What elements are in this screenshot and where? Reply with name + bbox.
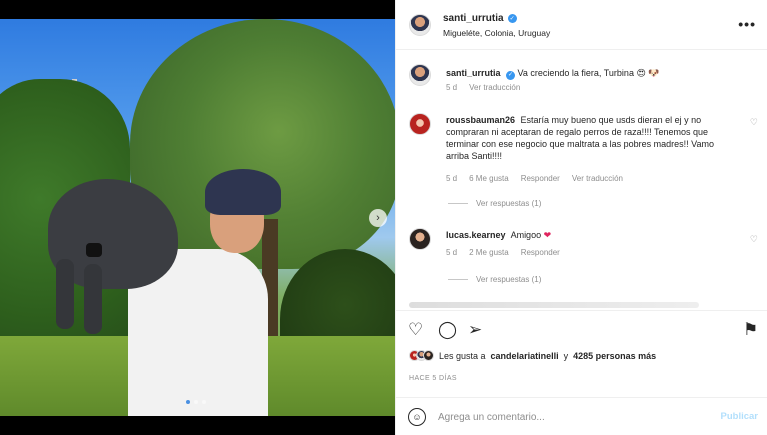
view-replies[interactable]: Ver respuestas (1)	[448, 199, 541, 208]
comment-like-heart-icon[interactable]: ♡	[750, 234, 758, 245]
post-panel: santi_urrutia ✓ Migueléte, Colonia, Urug…	[395, 0, 767, 435]
carousel-dot	[186, 400, 190, 404]
author-username[interactable]: santi_urrutia	[443, 13, 504, 24]
post-header: santi_urrutia ✓ Migueléte, Colonia, Urug…	[396, 0, 767, 50]
photo-bucket-hat	[205, 169, 281, 215]
carousel-next-icon[interactable]: ›	[369, 209, 387, 227]
emoji-icon[interactable]: ☺	[408, 408, 426, 426]
more-options-icon[interactable]: •••	[738, 16, 756, 32]
liker-username[interactable]: candelariatinelli	[491, 351, 559, 361]
caption-body: Va creciendo la fiera, Turbina 😍 🐶	[517, 68, 660, 78]
comment-like-heart-icon[interactable]: ♡	[750, 117, 758, 128]
liker-avatar	[423, 350, 434, 361]
photo-dog-leg	[56, 259, 74, 329]
comment-icon[interactable]: ◯	[438, 321, 457, 338]
comment-text: roussbauman26 Estaría muy bueno que usds…	[446, 114, 738, 162]
likers-avatars	[409, 350, 434, 361]
replies-divider	[448, 203, 468, 204]
reply-link[interactable]: Responder	[521, 248, 560, 257]
comment-time: 5 d	[446, 174, 458, 183]
comment-time: 5 d	[446, 248, 458, 257]
view-replies-label: Ver respuestas (1)	[476, 275, 542, 284]
comment-likes[interactable]: 6 Me gusta	[469, 174, 509, 183]
comment-text: lucas.kearney Amigoo ❤	[446, 229, 736, 241]
see-translation-link[interactable]: Ver traducción	[469, 83, 520, 92]
caption-text: santi_urrutia ✓ Va creciendo la fiera, T…	[446, 67, 736, 80]
likes-others[interactable]: 4285 personas más	[573, 351, 656, 361]
carousel-dot	[202, 400, 206, 404]
carousel-dot	[194, 400, 198, 404]
caption-meta: 5 d Ver traducción	[446, 83, 520, 92]
post-location[interactable]: Migueléte, Colonia, Uruguay	[443, 28, 550, 38]
commenter-avatar[interactable]	[409, 113, 431, 135]
commenter-avatar[interactable]	[409, 228, 431, 250]
comment-likes[interactable]: 2 Me gusta	[469, 248, 509, 257]
view-replies[interactable]: Ver respuestas (1)	[448, 275, 541, 284]
post-photo[interactable]	[0, 19, 395, 416]
likes-summary: Les gusta a candelariatinelli y 4285 per…	[409, 350, 656, 361]
photo-watch	[86, 243, 102, 257]
likes-prefix: Les gusta a	[439, 350, 486, 361]
replies-divider	[448, 279, 468, 280]
view-replies-label: Ver respuestas (1)	[476, 199, 542, 208]
post-media: ›	[0, 0, 395, 435]
comment-meta: 5 d 2 Me gusta Responder	[446, 248, 560, 257]
share-icon[interactable]: ➢	[468, 321, 482, 338]
see-translation-link[interactable]: Ver traducción	[572, 174, 623, 183]
author-avatar[interactable]	[409, 14, 431, 36]
verified-badge-icon: ✓	[507, 14, 517, 23]
carousel-dots	[186, 400, 206, 404]
reply-link[interactable]: Responder	[521, 174, 560, 183]
save-bookmark-icon[interactable]: ⚑	[743, 321, 758, 338]
publish-button[interactable]: Publicar	[721, 411, 759, 422]
comment-composer: ☺ Publicar	[396, 397, 767, 435]
verified-badge-icon: ✓	[506, 70, 516, 80]
post-date: HACE 5 DÍAS	[409, 375, 457, 382]
caption-time: 5 d	[446, 83, 458, 92]
comment-input[interactable]	[438, 409, 698, 425]
red-heart-icon: ❤	[543, 230, 552, 240]
author-name-row: santi_urrutia ✓	[443, 13, 517, 24]
like-heart-icon[interactable]: ♡	[408, 321, 423, 338]
caption-username[interactable]: santi_urrutia	[446, 68, 501, 78]
commenter-username[interactable]: roussbauman26	[446, 115, 515, 125]
author-avatar[interactable]	[409, 64, 431, 86]
action-bar: ♡ ◯ ➢ ⚑	[396, 310, 767, 350]
commenter-username[interactable]: lucas.kearney	[446, 230, 506, 240]
comment-body: Amigoo	[510, 230, 542, 240]
photo-dog-leg	[84, 264, 102, 334]
likes-joiner: y	[563, 350, 569, 361]
clipped-comment	[409, 302, 699, 308]
comment-meta: 5 d 6 Me gusta Responder Ver traducción	[446, 174, 623, 183]
